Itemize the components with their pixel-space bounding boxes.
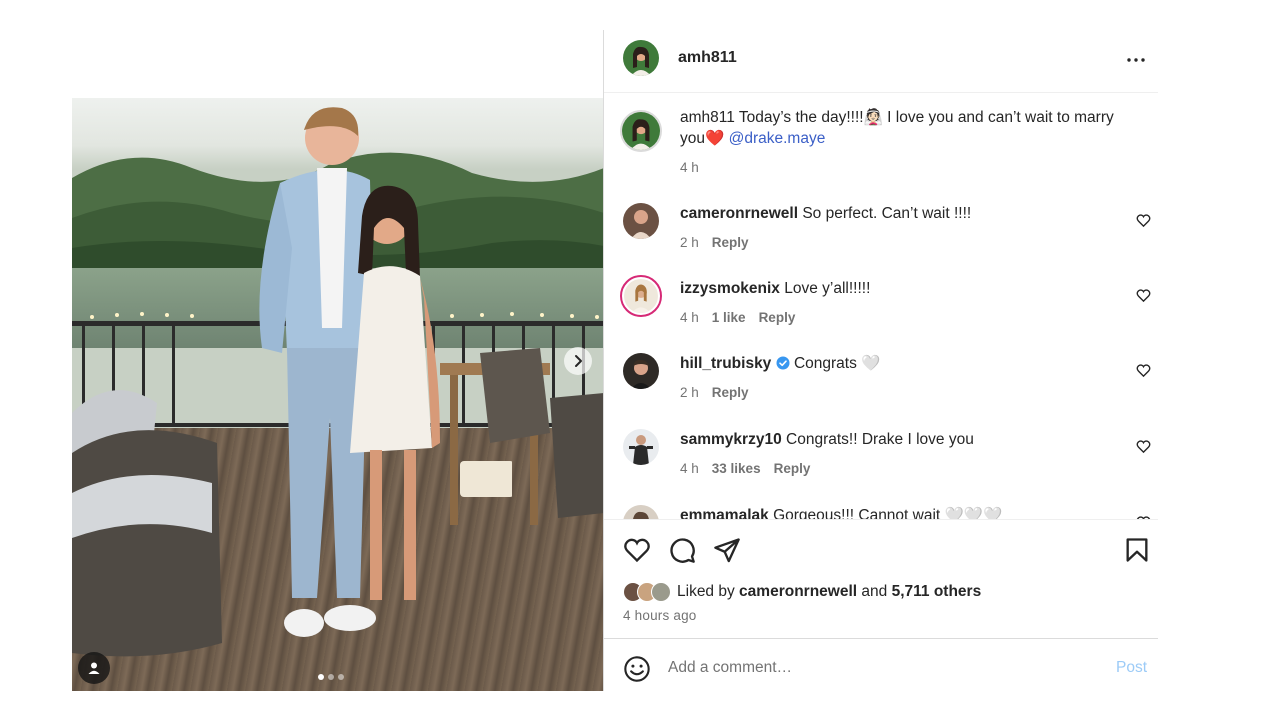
- caption-username[interactable]: amh811: [680, 109, 735, 126]
- more-options-icon[interactable]: [1124, 48, 1148, 72]
- author-avatar[interactable]: [623, 40, 659, 76]
- reply-button[interactable]: Reply: [712, 235, 749, 250]
- post-header: amh811: [604, 30, 1158, 93]
- caption-text: amh811 Today’s the day!!!!👰🏻 I love you …: [680, 107, 1130, 149]
- emoji-icon[interactable]: [623, 655, 651, 683]
- comment-like-icon[interactable]: [1136, 213, 1151, 228]
- comment-like-icon[interactable]: [1136, 363, 1151, 378]
- heart-icon[interactable]: [623, 536, 651, 564]
- commenter-avatar-story-ring[interactable]: [620, 275, 662, 317]
- likes-summary[interactable]: Liked by cameronrnewell and 5,711 others: [623, 582, 981, 602]
- add-comment-bar: Post: [604, 638, 1158, 691]
- comment-input[interactable]: [668, 656, 1088, 680]
- comment-likes-count[interactable]: 1 like: [712, 310, 746, 325]
- comment-username[interactable]: sammykrzy10: [680, 431, 782, 448]
- commenter-avatar[interactable]: [623, 353, 659, 389]
- carousel-dot: [328, 674, 334, 680]
- post-details-panel: amh811 amh811 Today’s the day!!!!👰🏻 I lo…: [603, 30, 1158, 691]
- comment-body: Congrats!! Drake I love you: [786, 431, 974, 448]
- comment-username[interactable]: emmamalak: [680, 507, 769, 519]
- caption-meta: 4 h: [680, 160, 699, 175]
- comment-meta: 2 h Reply: [680, 385, 749, 400]
- comment-icon[interactable]: [668, 536, 696, 564]
- liker-avatar: [651, 582, 671, 602]
- carousel-dots: [318, 674, 344, 680]
- liked-by-prefix: Liked by: [677, 583, 735, 600]
- comment-text: sammykrzy10 Congrats!! Drake I love you: [680, 429, 1130, 450]
- liked-by-others[interactable]: 5,711 others: [892, 583, 982, 601]
- caption-time: 4 h: [680, 160, 699, 175]
- comment-text: emmamalak Gorgeous!!! Cannot wait 🤍🤍🤍: [680, 505, 1130, 519]
- comment-text: izzysmokenix Love y’all!!!!!: [680, 278, 1130, 299]
- user-tag-icon: [88, 662, 100, 674]
- reply-button[interactable]: Reply: [774, 461, 811, 476]
- comment-meta: 2 h Reply: [680, 235, 749, 250]
- comment-text: cameronrnewell So perfect. Can’t wait !!…: [680, 203, 1130, 224]
- comment-like-icon[interactable]: [1136, 288, 1151, 303]
- liked-by-user[interactable]: cameronrnewell: [739, 583, 857, 601]
- comment-username[interactable]: cameronrnewell: [680, 205, 798, 222]
- comment-username[interactable]: izzysmokenix: [680, 280, 780, 297]
- carousel-next-button[interactable]: [564, 347, 592, 375]
- verified-badge-icon: [776, 356, 790, 370]
- caption-avatar[interactable]: [620, 110, 662, 152]
- comment-meta: 4 h 33 likes Reply: [680, 461, 810, 476]
- comment-body: Love y’all!!!!!: [784, 280, 871, 297]
- commenter-avatar[interactable]: [623, 203, 659, 239]
- comment-body: Gorgeous!!! Cannot wait 🤍🤍🤍: [773, 507, 1003, 519]
- comment-time: 2 h: [680, 235, 699, 250]
- comment-time: 4 h: [680, 461, 699, 476]
- caption-mention-link[interactable]: @drake.maye: [729, 130, 826, 147]
- post-comment-button[interactable]: Post: [1116, 659, 1147, 677]
- reply-button[interactable]: Reply: [759, 310, 796, 325]
- carousel-dot: [338, 674, 344, 680]
- comment-time: 4 h: [680, 310, 699, 325]
- comment-like-icon[interactable]: [1136, 439, 1151, 454]
- bookmark-icon[interactable]: [1123, 536, 1151, 564]
- carousel-dot: [318, 674, 324, 680]
- liked-by-and: and: [861, 583, 888, 600]
- comment-text: hill_trubisky Congrats 🤍: [680, 353, 1130, 374]
- comments-list[interactable]: amh811 Today’s the day!!!!👰🏻 I love you …: [604, 93, 1158, 519]
- tagged-users-button[interactable]: [78, 652, 110, 684]
- comment-time: 2 h: [680, 385, 699, 400]
- share-icon[interactable]: [713, 536, 741, 564]
- comment-body: So perfect. Can’t wait !!!!: [802, 205, 972, 222]
- liked-by-avatars: [623, 582, 671, 602]
- post-actions: Liked by cameronrnewell and 5,711 others…: [604, 519, 1158, 639]
- comment-meta: 4 h 1 like Reply: [680, 310, 795, 325]
- post-photo[interactable]: [72, 30, 604, 691]
- commenter-avatar[interactable]: [623, 429, 659, 465]
- comment-likes-count[interactable]: 33 likes: [712, 461, 761, 476]
- comment-body: Congrats 🤍: [793, 355, 881, 372]
- author-username[interactable]: amh811: [678, 49, 737, 67]
- chevron-right-icon: [575, 355, 582, 367]
- comment-username[interactable]: hill_trubisky: [680, 355, 771, 372]
- couple-photo: [259, 107, 512, 637]
- commenter-avatar[interactable]: [623, 505, 659, 519]
- photo-scene: [72, 98, 604, 691]
- post-timestamp[interactable]: 4 hours ago: [623, 608, 697, 623]
- reply-button[interactable]: Reply: [712, 385, 749, 400]
